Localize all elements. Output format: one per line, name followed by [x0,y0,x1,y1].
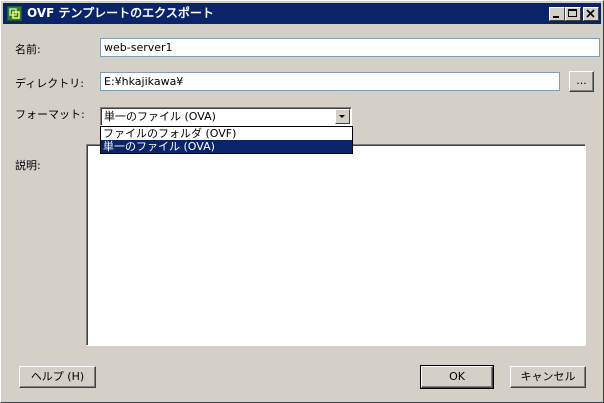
browse-button[interactable]: ... [569,71,594,92]
ok-button[interactable]: OK [420,365,494,389]
name-input[interactable]: web-server1 [100,38,600,57]
window-title: OVF テンプレートのエクスポート [27,6,214,20]
cancel-button[interactable]: キャンセル [510,366,586,388]
format-dropdown-list: ファイルのフォルダ (OVF) 単一のファイル (OVA) [100,126,353,154]
format-dropdown-button[interactable] [335,109,350,124]
export-ovf-dialog: OVF テンプレートのエクスポート 名前: web-server1 ディレクトリ… [0,0,604,403]
minimize-icon [553,16,559,18]
directory-label: ディレクトリ: [15,77,84,90]
help-button[interactable]: ヘルプ (H) [19,366,96,388]
name-label: 名前: [15,43,41,56]
chevron-down-icon [339,115,345,118]
maximize-button[interactable] [565,7,581,21]
title-bar[interactable]: OVF テンプレートのエクスポート [3,3,601,24]
description-label: 説明: [15,159,41,172]
format-label: フォーマット: [15,108,85,121]
minimize-button[interactable] [549,7,565,21]
close-button[interactable] [583,7,599,21]
format-option-ovf[interactable]: ファイルのフォルダ (OVF) [101,127,352,140]
close-icon [586,9,595,18]
format-option-ova[interactable]: 単一のファイル (OVA) [101,140,352,153]
vsphere-app-icon [7,6,22,21]
description-textarea[interactable] [86,144,586,346]
directory-input[interactable]: E:¥hkajikawa¥ [100,72,560,91]
format-selected-value: 単一のファイル (OVA) [104,110,216,123]
maximize-icon [568,9,577,17]
format-select[interactable]: 単一のファイル (OVA) [100,107,352,126]
